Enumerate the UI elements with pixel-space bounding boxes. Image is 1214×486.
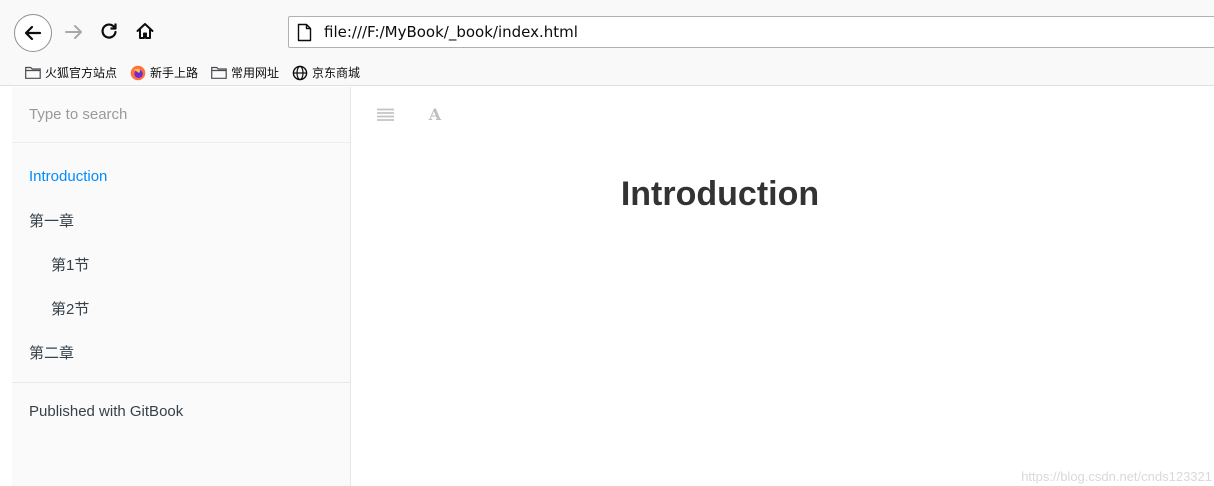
- bookmark-label: 常用网址: [231, 66, 280, 80]
- reload-icon: [101, 23, 117, 39]
- font-settings-button[interactable]: A: [424, 103, 446, 125]
- toc-item-chapter-1[interactable]: 第一章: [12, 198, 350, 242]
- forward-button[interactable]: [58, 16, 90, 48]
- reload-button[interactable]: [94, 16, 124, 46]
- toggle-summary-button[interactable]: [374, 103, 396, 125]
- bookmark-getting-started[interactable]: 新手上路: [129, 64, 198, 81]
- table-of-contents: Introduction 第一章 第1节 第2节 第二章 Published w…: [12, 143, 350, 439]
- bookmark-label: 火狐官方站点: [45, 66, 118, 80]
- watermark: https://blog.csdn.net/cnds123321: [1021, 469, 1212, 484]
- book-header: A: [374, 103, 474, 125]
- bookmark-label: 京东商城: [312, 66, 361, 80]
- bookmark-firefox-official[interactable]: 火狐官方站点: [24, 64, 117, 81]
- back-button[interactable]: [14, 14, 52, 52]
- bookmark-label: 新手上路: [150, 66, 199, 80]
- bookmark-common-sites[interactable]: 常用网址: [210, 64, 279, 81]
- folder-icon: [210, 65, 227, 80]
- book-body: A Introduction https://blog.csdn.net/cnd…: [352, 87, 1214, 486]
- globe-icon: [291, 65, 308, 80]
- page-icon: [297, 22, 315, 42]
- book-summary-sidebar: Introduction 第一章 第1节 第2节 第二章 Published w…: [12, 87, 351, 486]
- home-icon: [136, 23, 154, 39]
- toc-item-chapter-2[interactable]: 第二章: [12, 330, 350, 374]
- firefox-icon: [129, 65, 146, 80]
- search-input[interactable]: [29, 106, 329, 123]
- address-bar[interactable]: file:///F:/MyBook/_book/index.html: [288, 16, 1214, 48]
- forward-arrow-icon: [65, 25, 82, 39]
- back-arrow-icon: [24, 25, 42, 41]
- bookmark-jd[interactable]: 京东商城: [291, 64, 360, 81]
- bookmarks-toolbar: 火狐官方站点 新手上路 常用网址 京东商城: [0, 60, 1214, 86]
- hamburger-icon: [376, 108, 394, 121]
- published-with-gitbook-link[interactable]: Published with GitBook: [12, 383, 350, 439]
- toc-item-section-1[interactable]: 第1节: [12, 242, 350, 286]
- home-button[interactable]: [130, 16, 160, 46]
- toc-item-introduction[interactable]: Introduction: [12, 154, 350, 198]
- toc-item-section-2[interactable]: 第2节: [12, 286, 350, 330]
- url-text: file:///F:/MyBook/_book/index.html: [324, 23, 578, 41]
- folder-icon: [24, 65, 41, 80]
- search-bar: [12, 87, 350, 143]
- font-settings-icon: A: [428, 104, 442, 124]
- page-title: Introduction: [620, 175, 820, 213]
- browser-toolbar: file:///F:/MyBook/_book/index.html: [0, 0, 1214, 60]
